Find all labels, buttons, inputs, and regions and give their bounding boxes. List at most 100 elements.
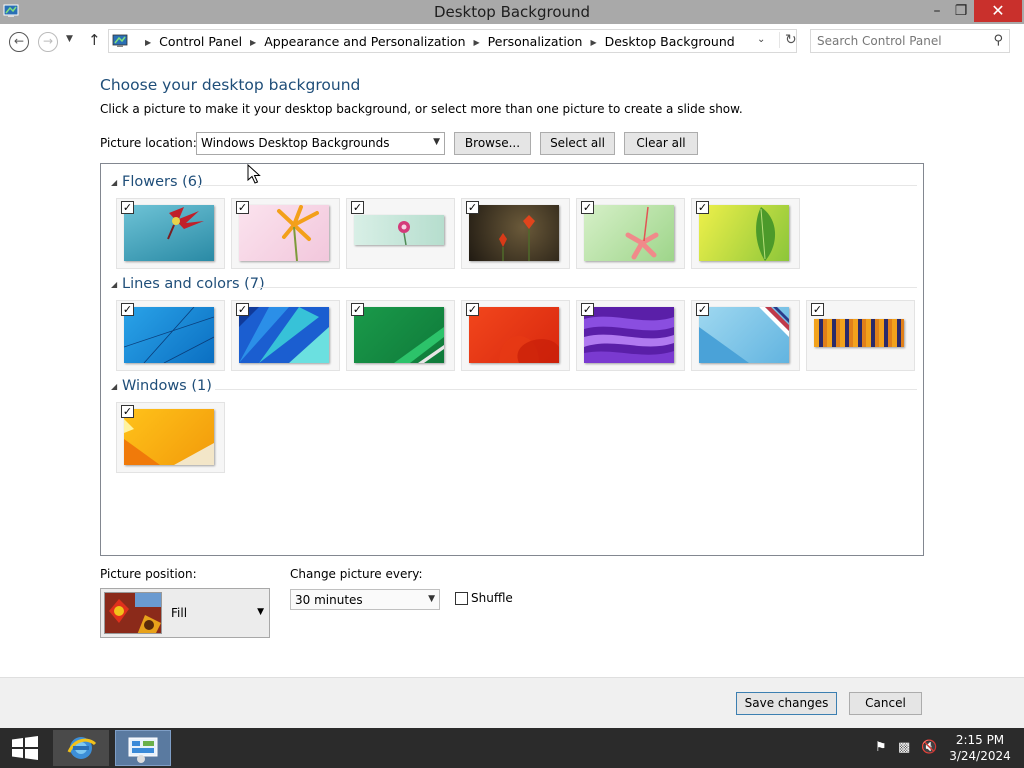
volume-muted-icon[interactable]: 🔇 — [921, 740, 937, 755]
wallpaper-tile[interactable]: ✓ — [691, 300, 800, 371]
picture-location-value: Windows Desktop Backgrounds — [201, 136, 390, 150]
clear-all-button[interactable]: Clear all — [624, 132, 698, 155]
collapse-triangle-icon[interactable]: ◢ — [111, 382, 117, 391]
forward-button[interactable]: → — [38, 32, 58, 52]
select-all-button[interactable]: Select all — [540, 132, 615, 155]
window-title: Desktop Background — [433, 3, 591, 21]
search-icon[interactable]: ⚲ — [993, 33, 1003, 48]
wallpaper-checkbox[interactable]: ✓ — [236, 201, 249, 214]
navigation-bar: ← → ▼ ↑ ▶ Control Panel ▶ Appearance and Pe… — [0, 24, 1024, 58]
page-title: Choose your desktop background — [100, 76, 361, 94]
wallpaper-checkbox[interactable]: ✓ — [696, 201, 709, 214]
chevron-right-icon[interactable]: ▶ — [590, 38, 596, 47]
network-icon[interactable]: ▩ — [898, 740, 910, 755]
breadcrumb-personalization[interactable]: Personalization — [488, 34, 583, 49]
chevron-down-icon: ▼ — [257, 607, 264, 617]
taskbar: ⚑ ▩ 🔇 2:15 PM 3/24/2024 — [0, 728, 1024, 768]
breadcrumb-appearance[interactable]: Appearance and Personalization — [264, 34, 465, 49]
search-input[interactable] — [817, 33, 982, 49]
chevron-right-icon[interactable]: ▶ — [474, 38, 480, 47]
wallpaper-checkbox[interactable]: ✓ — [466, 201, 479, 214]
internet-explorer-icon — [67, 737, 97, 759]
wallpaper-checkbox[interactable]: ✓ — [121, 201, 134, 214]
wallpaper-checkbox[interactable]: ✓ — [696, 303, 709, 316]
wallpaper-tile[interactable]: ✓ — [576, 198, 685, 269]
wallpaper-checkbox[interactable]: ✓ — [121, 303, 134, 316]
refresh-button[interactable]: ↻ — [779, 32, 797, 48]
wallpaper-tile[interactable]: ✓ — [346, 198, 455, 269]
group-header-windows[interactable]: ◢ Windows (1) — [111, 378, 917, 398]
title-bar: Desktop Background – ❐ ✕ — [0, 0, 1024, 24]
collapse-triangle-icon[interactable]: ◢ — [111, 178, 117, 187]
shuffle-checkbox[interactable] — [455, 592, 468, 605]
wallpaper-thumbnail — [584, 307, 674, 363]
wallpaper-tile[interactable]: ✓ — [231, 300, 340, 371]
picture-position-value: Fill — [171, 606, 188, 620]
wallpaper-checkbox[interactable]: ✓ — [466, 303, 479, 316]
group-header-lines-and-colors[interactable]: ◢ Lines and colors (7) — [111, 276, 917, 296]
search-box: ⚲ — [810, 29, 1010, 53]
change-picture-select[interactable]: 30 minutes ▼ — [290, 589, 440, 610]
taskbar-internet-explorer[interactable] — [53, 730, 109, 766]
picture-position-select[interactable]: Fill ▼ — [100, 588, 270, 638]
wallpaper-checkbox[interactable]: ✓ — [236, 303, 249, 316]
taskbar-control-panel[interactable] — [115, 730, 171, 766]
close-button[interactable]: ✕ — [974, 0, 1022, 22]
clock-time: 2:15 PM — [955, 733, 1005, 747]
wallpaper-tile[interactable]: ✓ — [116, 300, 225, 371]
wallpaper-thumbnail — [699, 205, 789, 261]
address-dropdown-button[interactable]: ⌄ — [757, 34, 765, 45]
arrow-up-icon: ↑ — [88, 31, 101, 49]
windows-start-icon[interactable] — [11, 736, 39, 760]
wallpaper-thumbnail — [124, 409, 214, 465]
wallpaper-tile[interactable]: ✓ — [346, 300, 455, 371]
wallpaper-thumbnail — [124, 307, 214, 363]
dialog-footer: Save changes Cancel — [0, 677, 1024, 728]
chevron-right-icon[interactable]: ▶ — [250, 38, 256, 47]
wallpaper-tile[interactable]: ✓ — [461, 198, 570, 269]
picture-location-label: Picture location: — [100, 136, 197, 150]
browse-button[interactable]: Browse... — [454, 132, 531, 155]
picture-gallery: ◢ Flowers (6) ✓ ✓ ✓ ✓ ✓ ✓ ◢ Lines and co… — [100, 163, 924, 556]
change-picture-label: Change picture every: — [290, 567, 423, 581]
wallpaper-checkbox[interactable]: ✓ — [351, 303, 364, 316]
wallpaper-tile[interactable]: ✓ — [576, 300, 685, 371]
taskbar-clock[interactable]: 2:15 PM 3/24/2024 — [944, 732, 1016, 764]
wallpaper-checkbox[interactable]: ✓ — [351, 201, 364, 214]
wallpaper-tile[interactable]: ✓ — [116, 198, 225, 269]
group-name: Flowers (6) — [122, 174, 203, 190]
wallpaper-thumbnail — [699, 307, 789, 363]
wallpaper-tile[interactable]: ✓ — [461, 300, 570, 371]
recent-locations-button[interactable]: ▼ — [66, 34, 73, 44]
wallpaper-tile[interactable]: ✓ — [116, 402, 225, 473]
wallpaper-tile[interactable]: ✓ — [806, 300, 915, 371]
back-button[interactable]: ← — [9, 32, 29, 52]
page-description: Click a picture to make it your desktop … — [100, 102, 743, 116]
group-name: Lines and colors (7) — [122, 276, 265, 292]
wallpaper-thumbnail — [354, 215, 444, 245]
wallpaper-checkbox[interactable]: ✓ — [811, 303, 824, 316]
restore-button[interactable]: ❐ — [950, 0, 972, 22]
chevron-down-icon: ⌄ — [757, 34, 766, 45]
position-preview-thumbnail — [104, 592, 162, 634]
wallpaper-checkbox[interactable]: ✓ — [121, 405, 134, 418]
chevron-right-icon[interactable]: ▶ — [145, 38, 151, 47]
breadcrumb-control-panel[interactable]: Control Panel — [159, 34, 242, 49]
flag-icon[interactable]: ⚑ — [875, 740, 887, 755]
picture-location-select[interactable]: Windows Desktop Backgrounds ▼ — [196, 132, 445, 155]
minimize-button[interactable]: – — [926, 0, 948, 22]
up-button[interactable]: ↑ — [88, 31, 101, 49]
collapse-triangle-icon[interactable]: ◢ — [111, 280, 117, 289]
cancel-button[interactable]: Cancel — [849, 692, 922, 715]
address-bar[interactable]: ▶ Control Panel ▶ Appearance and Personaliz… — [108, 29, 797, 53]
breadcrumb-desktop-background[interactable]: Desktop Background — [605, 34, 735, 49]
arrow-right-icon: → — [42, 34, 54, 48]
group-name: Windows (1) — [122, 378, 212, 394]
wallpaper-tile[interactable]: ✓ — [691, 198, 800, 269]
wallpaper-checkbox[interactable]: ✓ — [581, 201, 594, 214]
save-changes-button[interactable]: Save changes — [736, 692, 837, 715]
wallpaper-checkbox[interactable]: ✓ — [581, 303, 594, 316]
group-header-flowers[interactable]: ◢ Flowers (6) — [111, 174, 917, 194]
wallpaper-thumbnail — [354, 307, 444, 363]
wallpaper-tile[interactable]: ✓ — [231, 198, 340, 269]
